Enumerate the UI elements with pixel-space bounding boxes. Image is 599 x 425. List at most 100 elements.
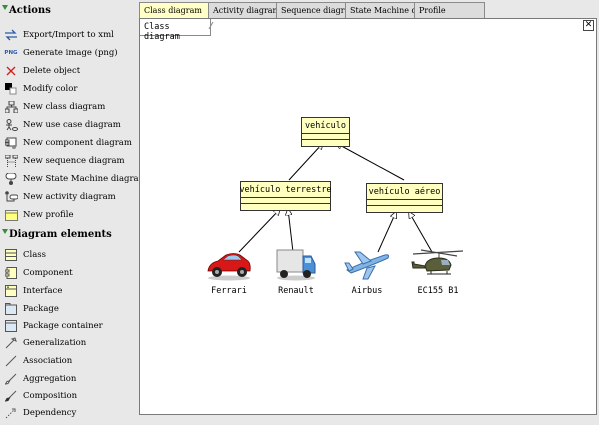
composition-element-button[interactable]: Composition <box>4 388 136 404</box>
class-operations <box>302 140 349 146</box>
tab-activity-diagram[interactable]: Activity diagram <box>208 2 277 19</box>
export-import-label: Export/Import to xml <box>23 30 114 40</box>
class-icon <box>4 248 18 262</box>
package-container-element-label: Package container <box>23 321 103 331</box>
new-class-diagram-label: New class diagram <box>23 102 106 112</box>
diagram-name-label: Class diagram <box>140 19 211 42</box>
relationship-lines <box>238 19 433 253</box>
new-state-machine-diagram-button[interactable]: New State Machine diagram <box>4 171 147 187</box>
aggregation-element-label: Aggregation <box>23 374 77 384</box>
package-icon <box>4 302 18 316</box>
class-name: vehículo <box>302 118 349 134</box>
generalization-airbus-to-air[interactable] <box>377 212 396 253</box>
class-diagram-icon <box>4 100 18 114</box>
modify-color-button[interactable]: Modify color <box>4 81 136 97</box>
association-element-button[interactable]: Association <box>4 353 136 369</box>
instance-ec155[interactable]: EC155 B1 <box>410 248 466 296</box>
class-element-button[interactable]: Class <box>4 247 136 263</box>
new-profile-label: New profile <box>23 210 74 220</box>
diagram-elements-title: Diagram elements <box>9 228 112 240</box>
component-diagram-icon <box>4 136 18 150</box>
association-icon <box>4 354 18 368</box>
new-profile-button[interactable]: New profile <box>4 207 136 223</box>
generalization-element-label: Generalization <box>23 338 87 348</box>
instance-airbus[interactable]: Airbus <box>342 248 392 296</box>
actions-title: Actions <box>9 4 51 16</box>
composition-icon <box>4 389 18 403</box>
package-container-element-button[interactable]: Package container <box>4 318 136 334</box>
collapse-arrow-icon <box>2 229 8 234</box>
generalization-land-to-root[interactable] <box>288 143 323 181</box>
tab-class-diagram[interactable]: Class diagram <box>139 2 209 19</box>
instance-ferrari[interactable]: Ferrari <box>204 249 254 296</box>
instance-renault[interactable]: Renault <box>273 248 319 296</box>
generalization-ec155-to-air[interactable] <box>409 212 433 253</box>
class-vehiculo-terrestre[interactable]: vehículo terrestre <box>239 181 332 211</box>
new-use-case-diagram-label: New use case diagram <box>23 120 121 130</box>
generalization-air-to-root[interactable] <box>336 143 405 181</box>
red-car-icon <box>207 253 251 281</box>
generalization-renault-to-land[interactable] <box>288 209 294 253</box>
tab-sequence-diagram[interactable]: Sequence diagram <box>276 2 346 19</box>
modify-color-label: Modify color <box>23 84 78 94</box>
class-operations <box>241 204 330 210</box>
use-case-diagram-icon <box>4 118 18 132</box>
truck-icon <box>276 249 316 281</box>
component-icon <box>4 266 18 280</box>
sidebar: Actions Export/Import to xml PNG Generat… <box>0 0 147 425</box>
new-sequence-diagram-button[interactable]: New sequence diagram <box>4 153 136 169</box>
delete-object-label: Delete object <box>23 66 81 76</box>
new-activity-diagram-button[interactable]: New activity diagram <box>4 189 136 205</box>
package-container-icon <box>4 319 18 333</box>
composition-element-label: Composition <box>23 391 78 401</box>
class-vehiculo-aereo[interactable]: vehículo aéreo <box>366 183 443 213</box>
new-use-case-diagram-button[interactable]: New use case diagram <box>4 117 136 133</box>
export-import-icon <box>4 28 18 42</box>
dependency-element-button[interactable]: Dependency <box>4 405 136 421</box>
new-component-diagram-label: New component diagram <box>23 138 132 148</box>
delete-icon <box>4 64 18 78</box>
package-element-button[interactable]: Package <box>4 301 136 317</box>
tab-profile[interactable]: Profile <box>414 2 485 19</box>
generalization-icon <box>4 336 18 350</box>
actions-header[interactable]: Actions <box>2 3 51 17</box>
class-vehiculo[interactable]: vehículo <box>301 117 350 147</box>
class-operations <box>367 206 442 212</box>
delete-object-button[interactable]: Delete object <box>4 63 136 79</box>
diagram-elements-header[interactable]: Diagram elements <box>2 227 112 241</box>
component-element-label: Component <box>23 268 73 278</box>
interface-element-button[interactable]: Interface <box>4 283 136 299</box>
new-sequence-diagram-label: New sequence diagram <box>23 156 125 166</box>
activity-diagram-icon <box>4 190 18 204</box>
sequence-diagram-icon <box>4 154 18 168</box>
new-component-diagram-button[interactable]: New component diagram <box>4 135 136 151</box>
association-element-label: Association <box>23 356 73 366</box>
instance-label: Airbus <box>351 286 383 296</box>
class-element-label: Class <box>23 250 47 260</box>
diagram-canvas[interactable]: Class diagram ✕ vehículo vehículo terres… <box>139 18 597 415</box>
generalization-element-button[interactable]: Generalization <box>4 335 136 351</box>
helicopter-icon <box>411 249 464 275</box>
diagram-tab-bar: Class diagram Activity diagram Sequence … <box>139 2 599 19</box>
instance-label: EC155 B1 <box>417 286 459 296</box>
generalization-ferrari-to-land[interactable] <box>238 209 280 253</box>
airplane-icon <box>344 251 390 280</box>
interface-icon <box>4 284 18 298</box>
close-diagram-button[interactable]: ✕ <box>583 20 594 31</box>
instance-label: Renault <box>278 286 314 296</box>
new-class-diagram-button[interactable]: New class diagram <box>4 99 136 115</box>
new-state-machine-diagram-label: New State Machine diagram <box>23 174 147 184</box>
tab-state-machine-diagram[interactable]: State Machine dia... <box>345 2 415 19</box>
export-import-button[interactable]: Export/Import to xml <box>4 27 136 43</box>
generate-image-button[interactable]: PNG Generate image (png) <box>4 45 136 61</box>
class-name: vehículo aéreo <box>367 184 442 200</box>
png-icon: PNG <box>4 50 18 56</box>
state-machine-diagram-icon <box>4 172 18 186</box>
component-element-button[interactable]: Component <box>4 265 136 281</box>
generate-image-label: Generate image (png) <box>23 48 118 58</box>
interface-element-label: Interface <box>23 286 63 296</box>
package-element-label: Package <box>23 304 59 314</box>
aggregation-element-button[interactable]: Aggregation <box>4 371 136 387</box>
profile-icon <box>4 208 18 222</box>
dependency-element-label: Dependency <box>23 408 77 418</box>
